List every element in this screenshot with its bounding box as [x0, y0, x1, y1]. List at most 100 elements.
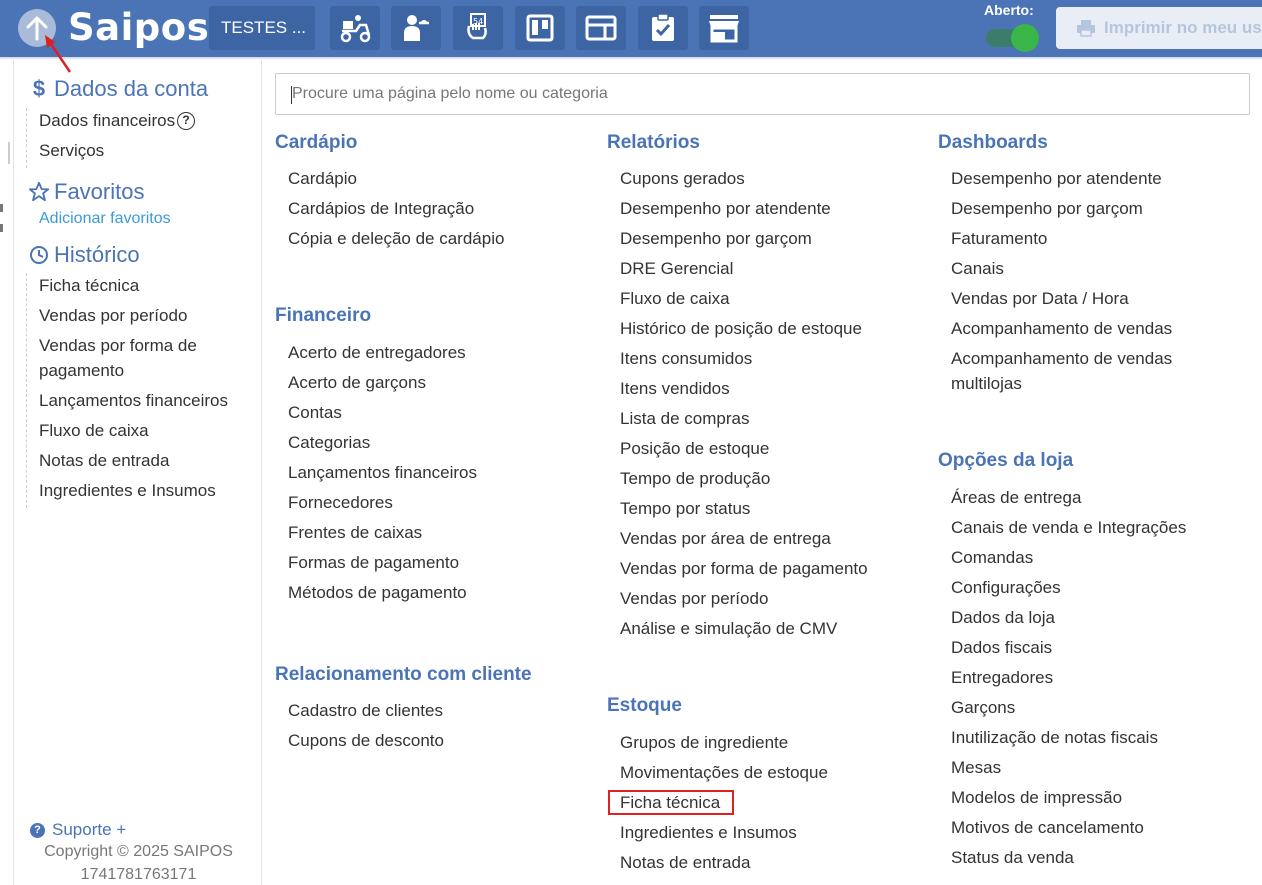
top-bar: Saipos TESTES ... 54 Aberto: Imprimir no…	[0, 0, 1262, 57]
menu-link[interactable]: Cupons de desconto	[288, 728, 444, 758]
menu-link[interactable]: Cardápio	[288, 166, 504, 196]
menu-link[interactable]: Categorias	[288, 430, 477, 460]
add-favorites-link[interactable]: Adicionar favoritos	[39, 210, 171, 228]
question-circle-icon: ?	[30, 822, 45, 838]
menu-link[interactable]: Tempo por status	[620, 496, 868, 526]
menu-link[interactable]: Cardápios de Integração	[288, 196, 504, 226]
sidebar-item-dados-financeiros[interactable]: Dados financeiros?	[39, 108, 196, 133]
delivery-icon	[340, 15, 371, 43]
kanban-button[interactable]	[515, 6, 565, 50]
menu-link[interactable]: Ingredientes e Insumos	[620, 820, 828, 850]
history-item[interactable]: Ficha técnica	[39, 273, 248, 298]
menu-link[interactable]: Histórico de posição de estoque	[620, 316, 868, 346]
menu-link[interactable]: Acerto de entregadores	[288, 340, 477, 370]
menu-link[interactable]: Configurações	[951, 575, 1186, 605]
category-title-financeiro: Financeiro	[275, 305, 372, 326]
menu-link[interactable]: Status da venda	[951, 845, 1186, 875]
menu-link[interactable]: Frentes de caixas	[288, 520, 477, 550]
store-button[interactable]	[699, 6, 749, 50]
history-section-header[interactable]: Histórico	[28, 242, 140, 268]
store-selector-button[interactable]: TESTES ...	[209, 6, 315, 50]
menu-link[interactable]: Garçons	[951, 695, 1186, 725]
menu-link[interactable]: Mesas	[951, 755, 1186, 785]
menu-link[interactable]: Tempo de produção	[620, 466, 868, 496]
menu-link[interactable]: Dados da loja	[951, 605, 1186, 635]
menu-link[interactable]: Fornecedores	[288, 490, 477, 520]
menu-link[interactable]: Inutilização de notas fiscais	[951, 725, 1186, 755]
table-number-icon: 54	[467, 13, 487, 40]
checklist-icon	[652, 13, 674, 41]
checklist-button[interactable]	[638, 6, 688, 50]
menu-link[interactable]: Vendas por área de entrega	[620, 526, 868, 556]
menu-link[interactable]: Lista de compras	[620, 406, 868, 436]
waiter-icon	[404, 15, 429, 41]
menu-link[interactable]: Cadastro de clientes	[288, 698, 444, 728]
menu-link[interactable]: Faturamento	[951, 226, 1231, 256]
favorites-section-header[interactable]: Favoritos	[28, 179, 144, 205]
history-item[interactable]: Notas de entrada	[39, 448, 248, 473]
category-title-estoque: Estoque	[607, 695, 682, 716]
support-link[interactable]: ? Suporte +	[30, 820, 126, 840]
menu-link[interactable]: Áreas de entrega	[951, 485, 1186, 515]
menu-link[interactable]: Posição de estoque	[620, 436, 868, 466]
open-status-label: Aberto:	[984, 2, 1034, 18]
left-edge-marks	[0, 120, 12, 320]
menu-link[interactable]: Acerto de garçons	[288, 370, 477, 400]
menu-link[interactable]: Canais	[951, 256, 1231, 286]
menu-link[interactable]: Comandas	[951, 545, 1186, 575]
menu-link[interactable]: Análise e simulação de CMV	[620, 616, 868, 646]
panel-button[interactable]	[576, 6, 626, 50]
menu-link-ficha-tecnica-highlighted[interactable]: Ficha técnica	[607, 790, 828, 820]
menu-link[interactable]: Fluxo de caixa	[620, 286, 868, 316]
saipos-logo: Saipos	[68, 6, 210, 49]
menu-link[interactable]: Desempenho por atendente	[951, 166, 1231, 196]
history-item[interactable]: Ingredientes e Insumos	[39, 478, 248, 503]
menu-link[interactable]: Entregadores	[951, 665, 1186, 695]
waiter-button[interactable]	[391, 6, 441, 50]
history-item[interactable]: Vendas por período	[39, 303, 248, 328]
menu-link[interactable]: Cópia e deleção de cardápio	[288, 226, 504, 256]
menu-link[interactable]: Notas de entrada	[620, 850, 828, 880]
menu-link[interactable]: Vendas por forma de pagamento	[620, 556, 868, 586]
kanban-icon	[526, 14, 554, 42]
menu-link[interactable]: Motivos de cancelamento	[951, 815, 1186, 845]
menu-link[interactable]: Vendas por período	[620, 586, 868, 616]
history-section-title: Histórico	[54, 242, 140, 267]
menu-link[interactable]: DRE Gerencial	[620, 256, 868, 286]
menu-link[interactable]: Itens vendidos	[620, 376, 868, 406]
category-list-dashboards: Desempenho por atendente Desempenho por …	[951, 166, 1231, 401]
menu-link[interactable]: Desempenho por garçom	[951, 196, 1231, 226]
menu-link[interactable]: Desempenho por garçom	[620, 226, 868, 256]
menu-link[interactable]: Acompanhamento de vendas multilojas	[951, 346, 1231, 401]
category-title-cardapio: Cardápio	[275, 132, 358, 153]
open-status-toggle[interactable]	[984, 24, 1040, 52]
history-item[interactable]: Vendas por forma de pagamento	[39, 333, 248, 383]
menu-link[interactable]: Grupos de ingrediente	[620, 730, 828, 760]
menu-link[interactable]: Formas de pagamento	[288, 550, 477, 580]
menu-link[interactable]: Dados fiscais	[951, 635, 1186, 665]
category-list-estoque: Grupos de ingrediente Movimentações de e…	[607, 730, 828, 880]
menu-link[interactable]: Contas	[288, 400, 477, 430]
menu-link[interactable]: Vendas por Data / Hora	[951, 286, 1231, 316]
help-icon[interactable]: ?	[177, 111, 196, 130]
menu-link[interactable]: Itens consumidos	[620, 346, 868, 376]
menu-link[interactable]: Métodos de pagamento	[288, 580, 477, 610]
sidebar-item-label: Dados financeiros	[39, 111, 176, 130]
page-search-input[interactable]: Procure uma página pelo nome ou categori…	[275, 73, 1250, 115]
history-item[interactable]: Lançamentos financeiros	[39, 388, 248, 413]
delivery-button[interactable]	[330, 6, 380, 50]
table-number-button[interactable]: 54	[453, 6, 503, 50]
history-item[interactable]: Fluxo de caixa	[39, 418, 248, 443]
menu-link[interactable]: Cupons gerados	[620, 166, 868, 196]
menu-link[interactable]: Desempenho por atendente	[620, 196, 868, 226]
menu-link[interactable]: Acompanhamento de vendas	[951, 316, 1231, 346]
menu-link[interactable]: Canais de venda e Integrações	[951, 515, 1186, 545]
menu-link[interactable]: Movimentações de estoque	[620, 760, 828, 790]
sidebar-item-servicos[interactable]: Serviços	[39, 138, 195, 163]
category-list-relatorios: Cupons gerados Desempenho por atendente …	[620, 166, 868, 646]
account-section-header[interactable]: $ Dados da conta	[28, 76, 208, 102]
print-button[interactable]: Imprimir no meu usu	[1056, 7, 1262, 49]
menu-link[interactable]: Lançamentos financeiros	[288, 460, 477, 490]
category-title-dashboards: Dashboards	[938, 132, 1048, 153]
menu-link[interactable]: Modelos de impressão	[951, 785, 1186, 815]
